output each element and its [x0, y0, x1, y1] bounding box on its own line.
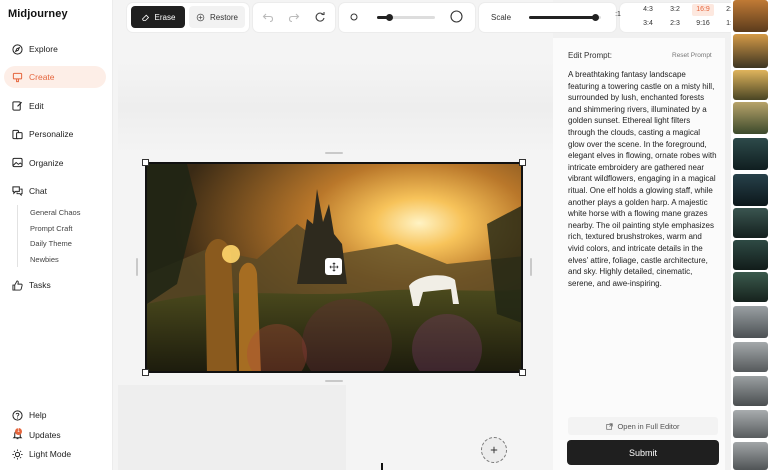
- add-button[interactable]: [481, 437, 507, 463]
- chat-icon: [12, 185, 23, 197]
- sidebar-item-label: Tasks: [29, 280, 51, 290]
- open-editor-label: Open in Full Editor: [617, 421, 680, 431]
- submit-button[interactable]: Submit: [567, 440, 719, 465]
- ratio-option[interactable]: 4:3: [637, 4, 659, 16]
- thumbnail-item[interactable]: [733, 208, 768, 238]
- sidebar-item-label: Explore: [29, 44, 58, 54]
- left-edge-handle[interactable]: [136, 258, 138, 276]
- updates-badge: 1: [15, 428, 22, 435]
- small-brush-icon: [350, 13, 358, 21]
- external-link-icon: [606, 422, 614, 430]
- sidebar: Midjourney Explore Create Edit Personali…: [0, 0, 113, 470]
- resize-handle-bottom-left[interactable]: [142, 369, 149, 376]
- chat-room-item[interactable]: Prompt Craft: [30, 221, 80, 237]
- restore-icon: [196, 13, 205, 22]
- mouse-cursor: [381, 463, 383, 470]
- bottom-edge-handle[interactable]: [325, 380, 343, 382]
- erase-button[interactable]: Erase: [131, 6, 185, 28]
- sidebar-item-label: Help: [29, 410, 47, 420]
- top-edge-handle[interactable]: [325, 152, 343, 154]
- thumbnail-item[interactable]: [733, 442, 768, 470]
- redo-icon[interactable]: [288, 11, 300, 23]
- sidebar-item-label: Organize: [29, 157, 64, 168]
- scale-fill: [529, 16, 596, 19]
- move-icon[interactable]: [325, 258, 342, 275]
- image-icon: [12, 157, 23, 168]
- canvas-faint-area: [118, 60, 553, 155]
- thumbnail-item[interactable]: [733, 306, 768, 338]
- thumbnail-item[interactable]: [733, 376, 768, 406]
- chat-rooms-list: General Chaos Prompt Craft Daily Theme N…: [17, 205, 80, 267]
- thumbnail-item[interactable]: [733, 0, 768, 32]
- sidebar-item-label: Light Mode: [29, 449, 72, 460]
- thumbnail-item[interactable]: [733, 102, 768, 134]
- sidebar-item-label: Personalize: [29, 129, 74, 140]
- help-icon: [12, 409, 23, 421]
- erase-label: Erase: [154, 12, 176, 22]
- prompt-textarea[interactable]: A breathtaking fantasy landscape featuri…: [568, 69, 718, 289]
- sidebar-item-chat[interactable]: Chat: [4, 180, 106, 202]
- compass-icon: [12, 43, 23, 55]
- sun-icon: [12, 449, 23, 460]
- chat-room-item[interactable]: Daily Theme: [30, 236, 80, 252]
- thumbnail-item[interactable]: [733, 34, 768, 68]
- restore-button[interactable]: Restore: [189, 6, 245, 28]
- undo-icon[interactable]: [262, 11, 274, 23]
- large-brush-icon: [450, 10, 463, 23]
- right-edge-handle[interactable]: [530, 258, 532, 276]
- ratio-prefix: :1: [615, 11, 621, 18]
- sidebar-item-label: Create: [29, 72, 55, 83]
- sidebar-item-label: Edit: [29, 100, 44, 111]
- sidebar-item-create[interactable]: Create: [4, 66, 106, 89]
- resize-handle-top-left[interactable]: [142, 159, 149, 166]
- plus-icon: [490, 446, 498, 454]
- personalize-icon: [12, 129, 23, 140]
- resize-handle-top-right[interactable]: [519, 159, 526, 166]
- ratio-option-selected[interactable]: 16:9: [692, 4, 714, 16]
- sidebar-item-light-mode[interactable]: Light Mode: [4, 445, 106, 463]
- chat-room-item[interactable]: Newbies: [30, 252, 80, 268]
- chat-room-item[interactable]: General Chaos: [30, 205, 80, 221]
- bottom-nav: Help Updates Light Mode: [4, 406, 106, 465]
- reset-icon[interactable]: [314, 11, 326, 23]
- ratio-option[interactable]: 3:4: [637, 18, 659, 30]
- open-full-editor-button[interactable]: Open in Full Editor: [568, 417, 718, 435]
- resize-handle-bottom-right[interactable]: [519, 369, 526, 376]
- restore-label: Restore: [209, 12, 238, 22]
- thumbnail-item[interactable]: [733, 240, 768, 270]
- sidebar-item-organize[interactable]: Organize: [4, 152, 106, 174]
- eraser-icon: [141, 13, 150, 22]
- sidebar-item-help[interactable]: Help: [4, 406, 106, 424]
- sidebar-item-personalize[interactable]: Personalize: [4, 123, 106, 145]
- thumbnail-item[interactable]: [733, 342, 768, 372]
- thumbs-up-icon: [12, 279, 23, 291]
- sidebar-item-explore[interactable]: Explore: [4, 38, 106, 60]
- sidebar-item-label: Updates: [29, 429, 61, 440]
- edit-icon: [12, 100, 23, 111]
- sidebar-item-label: Chat: [29, 185, 47, 196]
- thumbnail-item[interactable]: [733, 174, 768, 206]
- thumbnail-item[interactable]: [733, 138, 768, 170]
- brush-icon: [12, 72, 23, 83]
- thumbnail-item[interactable]: [733, 410, 768, 438]
- sidebar-item-tasks[interactable]: Tasks: [4, 274, 106, 296]
- ratio-option[interactable]: 3:2: [664, 4, 686, 16]
- thumbnail-item[interactable]: [733, 70, 768, 100]
- main-nav: Explore Create Edit Personalize Organize: [4, 38, 106, 208]
- thumbnail-item[interactable]: [733, 272, 768, 302]
- canvas-faint-area: [118, 385, 346, 470]
- ratio-option[interactable]: 9:16: [692, 18, 714, 30]
- sidebar-item-edit[interactable]: Edit: [4, 95, 106, 117]
- reset-prompt-button[interactable]: Reset Prompt: [672, 52, 712, 59]
- app-logo[interactable]: Midjourney: [8, 8, 68, 20]
- scale-handle[interactable]: [591, 14, 599, 21]
- ratio-option[interactable]: 2:3: [664, 18, 686, 30]
- panel-title: Edit Prompt:: [568, 51, 613, 60]
- scale-label: Scale: [491, 13, 512, 22]
